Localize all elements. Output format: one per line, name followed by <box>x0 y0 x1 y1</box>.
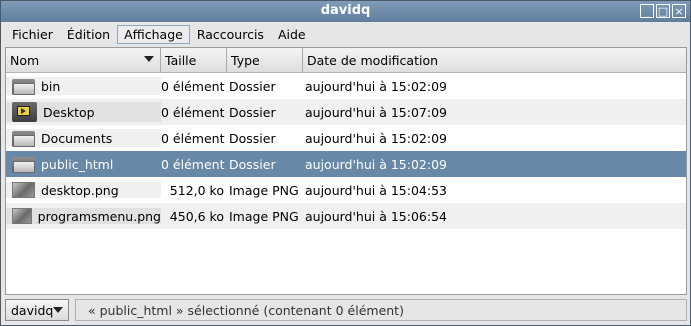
menu-affichage[interactable]: Affichage <box>117 25 190 44</box>
desktop-folder-icon <box>12 102 37 122</box>
status-message: « public_html » sélectionné (contenant 0… <box>75 299 687 321</box>
column-header-type[interactable]: Type <box>227 48 303 72</box>
file-size: 0 élément <box>161 78 225 94</box>
file-row-documents[interactable]: Documents 0 élément Dossier aujourd'hui … <box>6 125 686 151</box>
file-type: Image PNG <box>229 182 299 198</box>
file-row-desktop-png[interactable]: desktop.png 512,0 ko Image PNG aujourd'h… <box>6 177 686 203</box>
menu-bar: Fichier Édition Affichage Raccourcis Aid… <box>1 22 690 47</box>
column-headers: Nom Taille Type Date de modification <box>6 48 686 73</box>
file-size: 0 élément <box>161 130 225 146</box>
file-date: aujourd'hui à 15:02:09 <box>305 78 447 94</box>
file-name: bin <box>41 78 61 94</box>
file-row-programsmenu-png[interactable]: programsmenu.png 450,6 ko Image PNG aujo… <box>6 203 686 229</box>
file-name-cell: bin <box>6 77 161 95</box>
file-type: Dossier <box>229 78 276 94</box>
location-label: davidq <box>11 302 54 318</box>
file-name-cell: programsmenu.png <box>6 208 161 224</box>
file-size: 450,6 ko <box>169 208 224 224</box>
file-type: Image PNG <box>229 208 299 224</box>
chevron-down-icon <box>53 307 64 313</box>
file-date: aujourd'hui à 15:04:53 <box>305 182 447 198</box>
minimize-icon[interactable]: _ <box>640 4 654 18</box>
file-name-cell: public_html <box>6 155 161 173</box>
menu-fichier[interactable]: Fichier <box>5 25 60 44</box>
column-header-name[interactable]: Nom <box>6 48 161 72</box>
folder-icon <box>12 77 35 95</box>
file-type: Dossier <box>229 130 276 146</box>
file-name: desktop.png <box>41 182 119 198</box>
file-type: Dossier <box>229 104 276 120</box>
file-date: aujourd'hui à 15:02:09 <box>305 130 447 146</box>
folder-icon <box>12 155 35 173</box>
file-row-bin[interactable]: bin 0 élément Dossier aujourd'hui à 15:0… <box>6 73 686 99</box>
close-icon[interactable]: × <box>672 4 686 18</box>
menu-raccourcis[interactable]: Raccourcis <box>190 25 271 44</box>
menu-edition[interactable]: Édition <box>60 25 117 44</box>
file-manager-window: davidq _ □ × Fichier Édition Affichage R… <box>0 0 691 326</box>
file-name: Documents <box>41 130 113 146</box>
file-size: 512,0 ko <box>169 182 224 198</box>
image-thumbnail-icon <box>12 208 32 224</box>
location-dropdown[interactable]: davidq <box>5 299 69 321</box>
file-date: aujourd'hui à 15:06:54 <box>305 208 447 224</box>
file-name-cell: desktop.png <box>6 182 161 198</box>
title-bar[interactable]: davidq _ □ × <box>1 1 690 22</box>
column-header-name-label: Nom <box>10 52 40 68</box>
file-name-cell: Documents <box>6 129 161 147</box>
file-date: aujourd'hui à 15:02:09 <box>305 156 447 172</box>
column-header-date[interactable]: Date de modification <box>303 48 686 72</box>
file-row-desktop[interactable]: Desktop 0 élément Dossier aujourd'hui à … <box>6 99 686 125</box>
file-name: programsmenu.png <box>37 208 161 224</box>
file-size: 0 élément <box>161 156 225 172</box>
file-name: Desktop <box>43 104 95 120</box>
file-name-cell: Desktop <box>6 102 161 122</box>
status-bar: davidq « public_html » sélectionné (cont… <box>5 298 687 322</box>
maximize-icon[interactable]: □ <box>656 4 670 18</box>
window-title: davidq <box>320 3 371 18</box>
sort-descending-icon <box>144 56 154 62</box>
file-name: public_html <box>41 156 114 172</box>
file-size: 0 élément <box>161 104 225 120</box>
folder-icon <box>12 129 35 147</box>
file-row-public-html-selected[interactable]: public_html 0 élément Dossier aujourd'hu… <box>6 151 686 177</box>
column-header-size[interactable]: Taille <box>161 48 227 72</box>
file-date: aujourd'hui à 15:07:09 <box>305 104 447 120</box>
menu-aide[interactable]: Aide <box>271 25 313 44</box>
image-thumbnail-icon <box>12 182 35 198</box>
file-type: Dossier <box>229 156 276 172</box>
file-list: Nom Taille Type Date de modification bin… <box>5 47 687 295</box>
window-controls: _ □ × <box>640 4 686 18</box>
